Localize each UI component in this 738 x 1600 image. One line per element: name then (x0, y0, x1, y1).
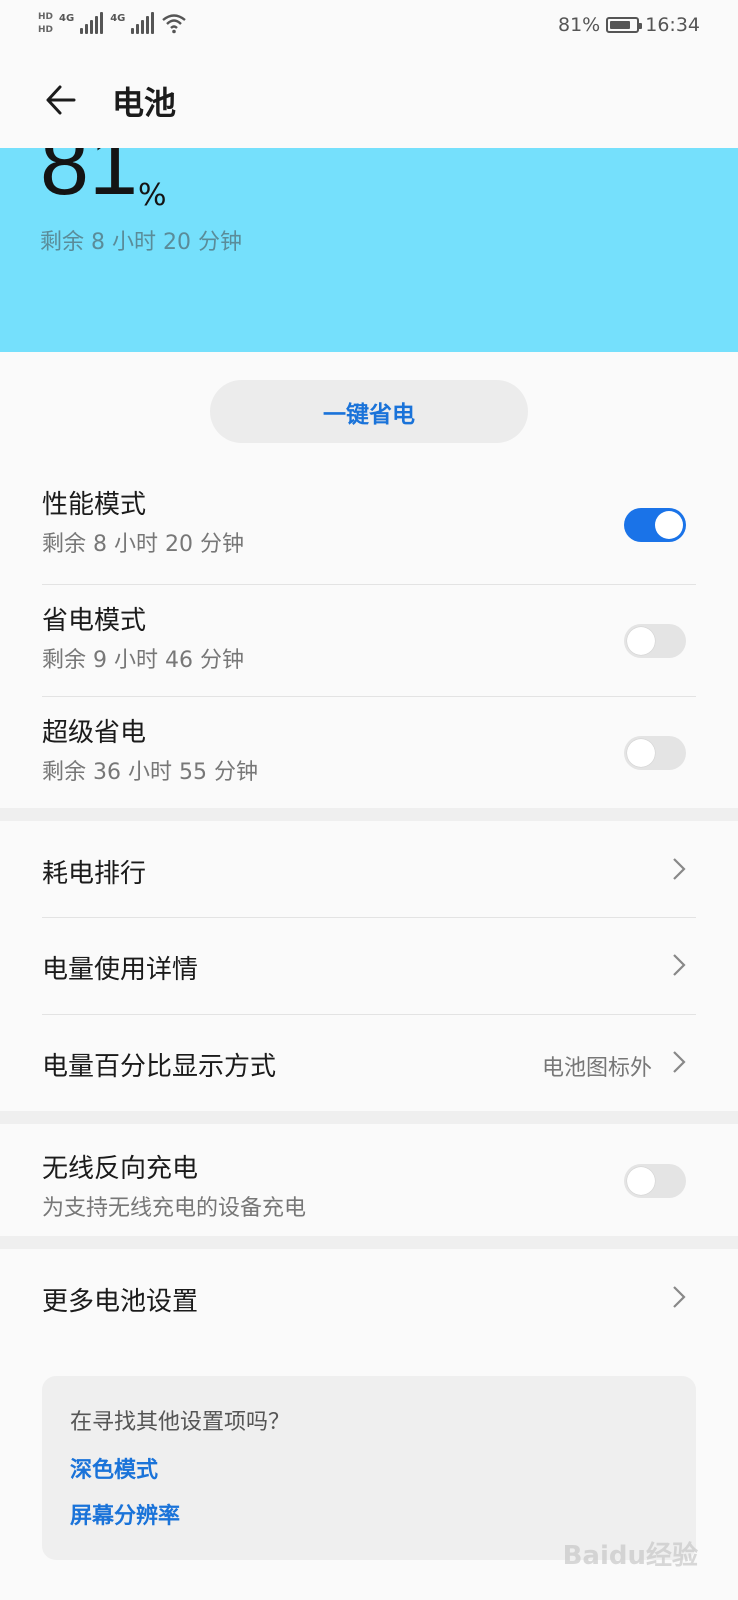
network-type-1: 4G (59, 13, 75, 24)
status-bar: HD HD 4G 4G 81% 16:34 (0, 0, 738, 52)
toggle-knob (655, 511, 683, 539)
section-gap (0, 1111, 738, 1124)
toggle-knob (627, 627, 655, 655)
one-tap-save-button[interactable]: 一键省电 (210, 380, 528, 443)
status-right: 81% 16:34 (558, 14, 700, 36)
battery-nub (639, 23, 643, 29)
mode-remaining: 剩余 8 小时 20 分钟 (42, 532, 244, 557)
wireless-title: 无线反向充电 (42, 1154, 199, 1184)
mode-row-performance[interactable]: 性能模式 剩余 8 小时 20 分钟 (0, 470, 738, 580)
section-gap (0, 808, 738, 821)
mode-row-power-saving[interactable]: 省电模式 剩余 9 小时 46 分钟 (0, 584, 738, 696)
mode-row-ultra-saving[interactable]: 超级省电 剩余 36 小时 55 分钟 (0, 696, 738, 808)
ultra-saving-mode-toggle[interactable] (624, 736, 686, 770)
list-item-more-battery-settings[interactable]: 更多电池设置 (0, 1249, 738, 1349)
suggestions-question: 在寻找其他设置项吗？ (70, 1410, 291, 1435)
suggestion-link-resolution[interactable]: 屏幕分辨率 (70, 1498, 180, 1530)
list-item-title: 更多电池设置 (42, 1287, 199, 1317)
chevron-right-icon (673, 1286, 686, 1308)
battery-percent-text: 81% (558, 14, 601, 36)
hd-indicator-2: HD (38, 25, 54, 35)
battery-percent-large: 81 (40, 148, 138, 213)
mode-remaining: 剩余 36 小时 55 分钟 (42, 760, 258, 785)
arrow-left-icon[interactable] (42, 80, 82, 120)
mode-remaining: 剩余 9 小时 46 分钟 (42, 648, 244, 673)
suggestions-card: 在寻找其他设置项吗？ 深色模式 屏幕分辨率 (42, 1376, 696, 1560)
watermark-logo: Baidu经验 (562, 1541, 698, 1571)
wireless-reverse-charging-toggle[interactable] (624, 1164, 686, 1198)
clock: 16:34 (645, 14, 700, 36)
hd-indicator-1: HD (38, 12, 54, 22)
wifi-icon (162, 14, 187, 34)
page-title: 电池 (112, 84, 177, 122)
wireless-reverse-charging-row[interactable]: 无线反向充电 为支持无线充电的设备充电 (0, 1124, 738, 1236)
hd-indicators: HD HD (38, 12, 53, 36)
list-item-title: 电量使用详情 (42, 955, 199, 985)
list-item-percentage-display[interactable]: 电量百分比显示方式 电池图标外 (0, 1014, 738, 1111)
network-type-2: 4G (110, 13, 126, 24)
toggle-knob (627, 1167, 655, 1195)
suggestion-link-dark-mode[interactable]: 深色模式 (70, 1452, 158, 1484)
power-saving-mode-toggle[interactable] (624, 624, 686, 658)
wireless-subtitle: 为支持无线充电的设备充电 (42, 1196, 307, 1221)
toggle-knob (627, 739, 655, 767)
battery-fill (610, 21, 631, 29)
performance-mode-toggle[interactable] (624, 508, 686, 542)
signal-icon (131, 12, 155, 34)
battery-icon (606, 17, 643, 33)
status-left: HD HD 4G 4G (38, 12, 187, 36)
list-item-power-ranking[interactable]: 耗电排行 (0, 821, 738, 917)
list-item-title: 电量百分比显示方式 (42, 1052, 277, 1082)
battery-remaining-time: 剩余 8 小时 20 分钟 (40, 230, 242, 255)
chevron-right-icon (673, 858, 686, 880)
chevron-right-icon (673, 1051, 686, 1073)
signal-icon (80, 12, 104, 34)
section-gap (0, 1236, 738, 1249)
mode-title: 超级省电 (42, 718, 147, 748)
mode-title: 性能模式 (42, 490, 147, 520)
percentage-display-value: 电池图标外 (541, 1056, 652, 1081)
battery-banner: 81 % 剩余 8 小时 20 分钟 (0, 148, 738, 352)
list-item-usage-details[interactable]: 电量使用详情 (0, 917, 738, 1014)
list-item-title: 耗电排行 (42, 859, 147, 889)
app-header: 电池 (0, 52, 738, 148)
percent-sign: % (138, 178, 167, 213)
mode-title: 省电模式 (42, 606, 147, 636)
chevron-right-icon (673, 954, 686, 976)
